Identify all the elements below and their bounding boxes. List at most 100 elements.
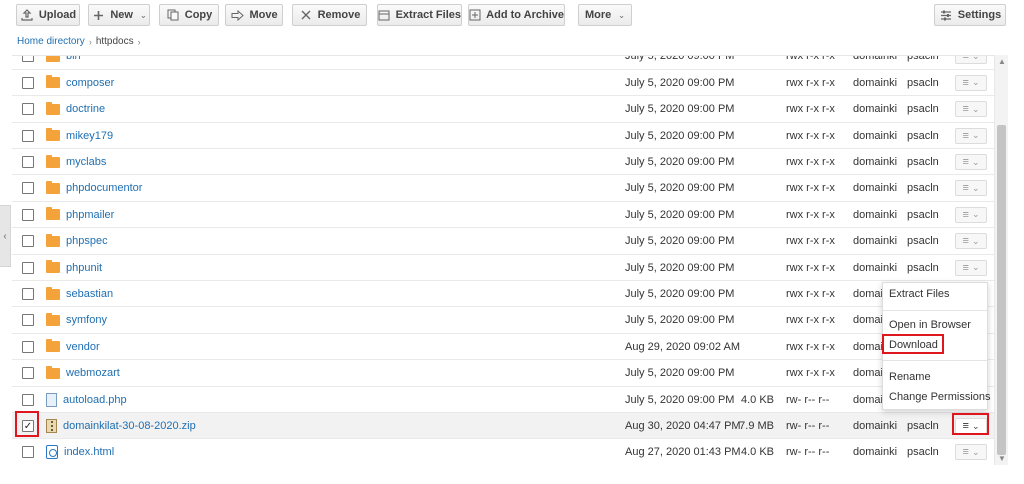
owner: domainki — [853, 261, 898, 274]
breadcrumb-current[interactable]: httpdocs — [96, 36, 134, 47]
collapse-sidebar-handle[interactable]: ‹ — [0, 205, 11, 267]
file-name-link[interactable]: myclabs — [66, 156, 106, 168]
new-button[interactable]: New ⌄ — [88, 4, 150, 26]
row-menu-button[interactable]: ≡⌄ — [955, 127, 987, 144]
scrollbar-thumb[interactable] — [997, 125, 1006, 455]
row-checkbox[interactable] — [22, 235, 34, 248]
file-row[interactable]: webmozart July 5, 2020 09:00 PM rwx r-x r-… — [12, 360, 997, 387]
row-menu-button[interactable]: ≡⌄ — [955, 101, 987, 118]
file-name-link[interactable]: sebastian — [66, 288, 113, 300]
menu-item-open-in-browser[interactable]: Open in Browser — [889, 319, 971, 331]
file-name-cell: phpspec — [46, 228, 108, 254]
row-checkbox[interactable] — [22, 76, 34, 89]
row-checkbox[interactable] — [22, 129, 34, 142]
file-row[interactable]: autoload.php July 5, 2020 09:00 PM 4.0 KB r… — [12, 387, 997, 413]
row-checkbox[interactable] — [22, 367, 34, 380]
chevron-down-icon: ⌄ — [971, 182, 980, 193]
row-menu-button[interactable]: ≡⌄ — [955, 259, 987, 276]
file-row[interactable]: phpdocumentor July 5, 2020 09:00 PM rwx r-… — [12, 175, 997, 202]
row-checkbox[interactable] — [22, 393, 34, 406]
row-menu-button[interactable]: ≡⌄ — [955, 180, 987, 197]
file-name-cell: autoload.php — [46, 387, 127, 413]
row-menu-button[interactable]: ≡⌄ — [955, 56, 987, 65]
upload-button[interactable]: Upload — [16, 4, 80, 26]
permissions: rwx r-x r-x — [786, 314, 835, 327]
file-row[interactable]: symfony July 5, 2020 09:00 PM rwx r-x r-x d… — [12, 307, 997, 334]
file-row[interactable]: phpunit July 5, 2020 09:00 PM rwx r-x r-x d… — [12, 255, 997, 281]
file-name-link[interactable]: bin — [66, 56, 81, 62]
file-row[interactable]: ✓ domainkilat-30-08-2020.zip Aug 30, 2020 … — [12, 413, 997, 440]
file-row[interactable]: mikey179 July 5, 2020 09:00 PM rwx r-x r-x… — [12, 123, 997, 149]
file-name-link[interactable]: webmozart — [66, 367, 120, 379]
settings-button[interactable]: Settings — [934, 4, 1006, 26]
row-menu-button[interactable]: ≡⌄ — [955, 444, 987, 461]
file-name-link[interactable]: domainkilat-30-08-2020.zip — [63, 420, 196, 432]
file-name-link[interactable]: autoload.php — [63, 394, 127, 406]
row-menu-button[interactable]: ≡⌄ — [955, 233, 987, 250]
folder-icon — [46, 233, 60, 247]
modified-date: July 5, 2020 09:00 PM — [625, 314, 735, 327]
scrollbar[interactable]: ▲ ▼ — [994, 55, 1008, 465]
copy-button[interactable]: Copy — [159, 4, 219, 26]
chevron-down-icon: ⌄ — [971, 209, 980, 220]
file-name-link[interactable]: phpunit — [66, 262, 102, 274]
file-name-link[interactable]: mikey179 — [66, 130, 113, 142]
add-to-archive-button[interactable]: Add to Archive — [468, 4, 565, 26]
row-checkbox[interactable] — [22, 103, 34, 116]
folder-icon — [46, 154, 60, 168]
file-row[interactable]: sebastian July 5, 2020 09:00 PM rwx r-x r-… — [12, 281, 997, 308]
group: psacln — [907, 55, 939, 63]
file-size — [732, 175, 774, 201]
menu-item-change-permissions[interactable]: Change Permissions — [889, 391, 991, 403]
modified-date: July 5, 2020 09:00 PM — [625, 261, 735, 274]
file-name-link[interactable]: doctrine — [66, 103, 105, 115]
permissions: rwx r-x r-x — [786, 76, 835, 89]
file-name-link[interactable]: vendor — [66, 341, 100, 353]
row-checkbox[interactable] — [22, 56, 34, 63]
file-name-link[interactable]: symfony — [66, 314, 107, 326]
remove-button[interactable]: Remove — [292, 4, 367, 26]
scroll-down-arrow-icon[interactable]: ▼ — [998, 454, 1006, 463]
highlight-download-item — [882, 334, 944, 354]
file-name-link[interactable]: phpdocumentor — [66, 182, 142, 194]
row-menu-button[interactable]: ≡⌄ — [955, 74, 987, 91]
breadcrumb-home[interactable]: Home directory — [17, 36, 85, 47]
row-menu-button[interactable]: ≡⌄ — [955, 154, 987, 170]
extract-files-button[interactable]: Extract Files — [377, 4, 462, 26]
file-row[interactable]: phpspec July 5, 2020 09:00 PM rwx r-x r-x d… — [12, 228, 997, 255]
file-row[interactable]: vendor Aug 29, 2020 09:02 AM rwx r-x r-x do… — [12, 334, 997, 361]
move-button[interactable]: Move — [225, 4, 283, 26]
file-size: 4.0 KB — [740, 446, 774, 459]
file-name-link[interactable]: index.html — [64, 446, 114, 458]
scroll-up-arrow-icon[interactable]: ▲ — [998, 57, 1006, 66]
row-checkbox[interactable] — [22, 156, 34, 168]
row-checkbox[interactable] — [22, 208, 34, 221]
file-row[interactable]: phpmailer July 5, 2020 09:00 PM rwx r-x r-… — [12, 202, 997, 229]
file-row[interactable]: myclabs July 5, 2020 09:00 PM rwx r-x r-x d… — [12, 149, 997, 176]
more-button[interactable]: More ⌄ — [578, 4, 632, 26]
row-checkbox[interactable] — [22, 288, 34, 300]
php-file-icon — [46, 392, 57, 407]
settings-icon — [939, 9, 953, 21]
toolbar: Upload New ⌄ Copy Move Remove Extract Fi… — [0, 0, 1024, 31]
file-row[interactable]: doctrine July 5, 2020 09:00 PM rwx r-x r-x… — [12, 96, 997, 123]
row-checkbox[interactable] — [22, 340, 34, 353]
owner: domainki — [853, 446, 898, 459]
menu-item-extract-files[interactable]: Extract Files — [889, 288, 950, 300]
file-name-link[interactable]: phpspec — [66, 235, 108, 247]
row-checkbox[interactable] — [22, 314, 34, 327]
extract-label: Extract Files — [395, 9, 461, 21]
file-size — [732, 281, 774, 307]
highlight-selected-checkbox — [15, 411, 39, 437]
row-checkbox[interactable] — [22, 182, 34, 195]
modified-date: July 5, 2020 09:00 PM — [625, 182, 735, 195]
file-name-link[interactable]: composer — [66, 77, 114, 89]
file-name-link[interactable]: phpmailer — [66, 209, 114, 221]
row-menu-button[interactable]: ≡⌄ — [955, 206, 987, 223]
file-row[interactable]: bin July 5, 2020 09:00 PM rwx r-x r-x domai… — [12, 55, 997, 70]
file-row[interactable]: index.html Aug 27, 2020 01:43 PM 4.0 KB rw-… — [12, 439, 997, 465]
file-row[interactable]: composer July 5, 2020 09:00 PM rwx r-x r-x… — [12, 70, 997, 97]
row-checkbox[interactable] — [22, 446, 34, 459]
row-checkbox[interactable] — [22, 261, 34, 274]
menu-item-rename[interactable]: Rename — [889, 371, 931, 383]
